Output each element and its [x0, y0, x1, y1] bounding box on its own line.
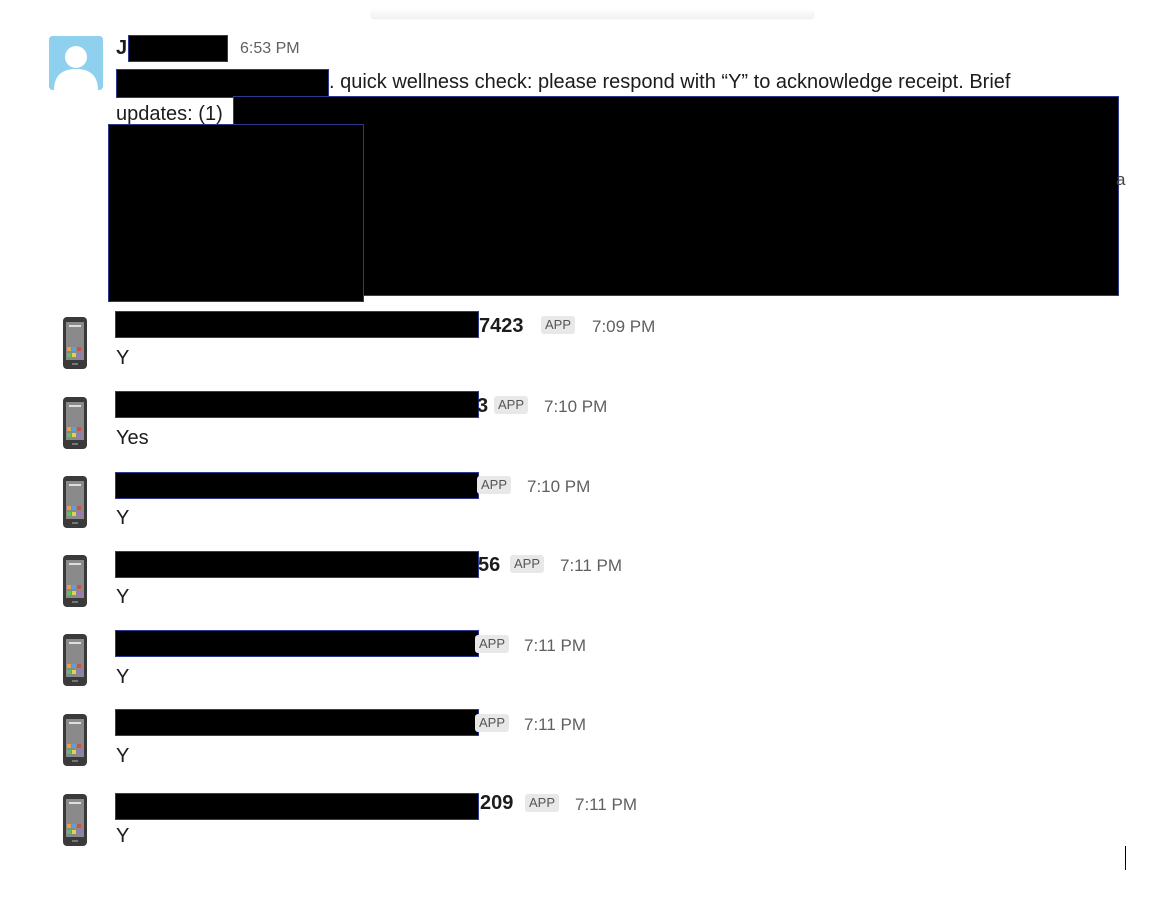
- phone-app-icon[interactable]: [62, 633, 88, 687]
- phone-app-icon[interactable]: [62, 713, 88, 767]
- app-badge: APP: [475, 635, 510, 653]
- top-divider-shadow: [370, 8, 815, 20]
- app-badge: APP: [475, 714, 510, 732]
- reply-text: Y: [116, 586, 130, 608]
- phone-app-icon[interactable]: [62, 475, 88, 529]
- message-timestamp[interactable]: 7:09 PM: [592, 316, 655, 338]
- phone-app-icon[interactable]: [62, 554, 88, 608]
- message-sender[interactable]: J: [116, 34, 127, 62]
- redacted-sender-name: [115, 551, 479, 578]
- message-timestamp[interactable]: 7:11 PM: [575, 794, 637, 816]
- app-badge: APP: [541, 316, 576, 334]
- app-badge: APP: [525, 794, 560, 812]
- redacted-sender-name: [115, 472, 479, 499]
- sender-name-suffix[interactable]: 56: [478, 552, 500, 578]
- redacted-sender-name: [115, 391, 479, 418]
- reply-text: Y: [116, 666, 130, 688]
- phone-app-icon[interactable]: [62, 793, 88, 847]
- phone-app-icon[interactable]: [62, 316, 88, 370]
- sender-name-suffix[interactable]: 209: [480, 790, 513, 816]
- redacted-sender-name: [115, 630, 479, 657]
- message-timestamp[interactable]: 7:11 PM: [560, 555, 622, 577]
- message-timestamp[interactable]: 6:53 PM: [240, 37, 300, 61]
- sender-name-suffix[interactable]: 3: [477, 393, 488, 419]
- user-avatar-icon[interactable]: [49, 36, 103, 90]
- redacted-sender-name: [128, 35, 228, 62]
- message-text-fragment: a: [1116, 170, 1126, 189]
- redacted-sender-name: [115, 793, 479, 820]
- reply-text: Y: [116, 745, 130, 767]
- redacted-attachment: [108, 124, 364, 302]
- redacted-sender-name: [115, 709, 479, 736]
- text-cursor: [1125, 846, 1126, 870]
- app-badge: APP: [477, 476, 512, 494]
- redacted-sender-name: [115, 311, 479, 338]
- reply-text: Y: [116, 507, 130, 529]
- message-timestamp[interactable]: 7:10 PM: [527, 476, 590, 498]
- message-text-line: . quick wellness check: please respond w…: [329, 71, 1011, 93]
- redacted-text: [116, 69, 329, 98]
- reply-text: Y: [116, 825, 130, 847]
- sender-name-suffix[interactable]: 7423: [479, 313, 524, 339]
- reply-text: Yes: [116, 427, 149, 449]
- reply-text: Y: [116, 347, 130, 369]
- message-timestamp[interactable]: 7:11 PM: [524, 635, 586, 657]
- app-badge: APP: [510, 555, 545, 573]
- redacted-text-block: [233, 96, 1119, 296]
- message-timestamp[interactable]: 7:11 PM: [524, 714, 586, 736]
- message-timestamp[interactable]: 7:10 PM: [544, 396, 607, 418]
- phone-app-icon[interactable]: [62, 396, 88, 450]
- app-badge: APP: [494, 396, 529, 414]
